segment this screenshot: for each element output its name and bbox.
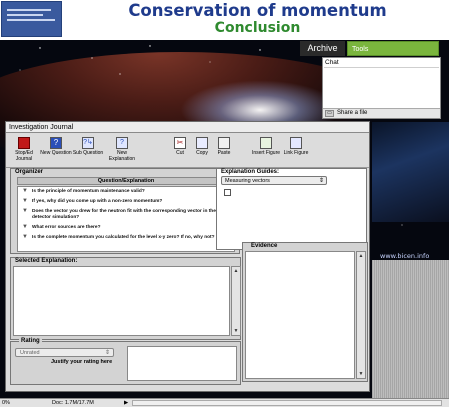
- window-title: Investigation Journal: [6, 122, 369, 133]
- dropdown-arrow-icon: ⇕: [104, 350, 110, 356]
- vertical-scrollbar[interactable]: ▲ ▼: [231, 266, 241, 336]
- copy-icon: [196, 137, 208, 149]
- selected-explanation-label: Selected Explanation:: [15, 258, 78, 264]
- side-image: [372, 122, 449, 222]
- explanation-guides-label: Explanation Guides:: [221, 169, 280, 175]
- toolbar-label: Paste: [217, 150, 231, 156]
- share-file-link[interactable]: Share a file: [337, 110, 367, 116]
- status-bar: 0% Doc: 1.7M/17.7M ▶: [0, 398, 449, 407]
- insert-figure-icon: [260, 137, 272, 149]
- explanation-guide-value: Measuring vectors: [225, 178, 270, 184]
- scroll-up-icon[interactable]: ▲: [357, 252, 365, 260]
- expand-arrow-icon[interactable]: ▼: [22, 208, 28, 215]
- question-text: What error sources are there?: [32, 225, 101, 230]
- horizontal-scrollbar[interactable]: [132, 400, 442, 406]
- new-explanation-button[interactable]: ? New Explanation: [106, 136, 138, 166]
- organizer-column-header: Question/Explanation: [17, 177, 235, 185]
- insert-figure-button[interactable]: Insert Figure: [250, 136, 282, 166]
- cut-icon: ✂: [174, 137, 186, 149]
- tools-button[interactable]: Tools: [347, 41, 439, 56]
- rating-panel: Rating Unrated ⇕ Justify your rating her…: [10, 338, 241, 385]
- rating-value: Unrated: [20, 350, 40, 356]
- chat-title: Chat: [325, 59, 339, 66]
- toolbar-label: Stop/Ed Journal: [15, 150, 33, 162]
- explanation-guide-select[interactable]: Measuring vectors ⇕: [221, 176, 327, 185]
- toolbar-label: New Question: [40, 150, 72, 156]
- organizer-panel: Organizer Question/Explanation ▼ Is the …: [10, 168, 240, 254]
- organizer-label: Organizer: [15, 169, 44, 175]
- expand-arrow-icon[interactable]: ▼: [22, 224, 28, 231]
- zoom-level[interactable]: 0%: [2, 399, 10, 407]
- sub-question-button[interactable]: ?↳ Sub Question: [72, 136, 104, 166]
- question-list[interactable]: ▼ Is the principle of momentum maintenan…: [17, 186, 235, 252]
- paste-button[interactable]: Paste: [208, 136, 240, 166]
- chat-footer: ▭ Share a file: [323, 108, 440, 118]
- vertical-scrollbar[interactable]: ▲ ▼: [356, 251, 366, 379]
- header: Conservation of momentum Conclusion: [0, 0, 449, 40]
- question-icon: ?: [50, 137, 62, 149]
- selected-explanation-panel: Selected Explanation: ▲ ▼: [10, 257, 241, 340]
- scroll-down-icon[interactable]: ▼: [232, 327, 240, 335]
- page-title: Conservation of momentum: [128, 1, 387, 20]
- chat-panel: Chat ▭ Share a file: [322, 57, 441, 119]
- guide-checkbox[interactable]: [224, 189, 231, 196]
- scroll-up-icon[interactable]: ▲: [232, 267, 240, 275]
- share-file-icon[interactable]: ▭: [325, 110, 334, 117]
- rating-label: Rating: [19, 338, 42, 344]
- expand-arrow-icon[interactable]: ▼: [22, 198, 28, 205]
- dropdown-arrow-icon: ⇕: [318, 178, 324, 184]
- expand-arrow-icon[interactable]: ▼: [22, 234, 28, 241]
- archive-button[interactable]: Archive: [300, 41, 345, 56]
- justify-rating-text-area[interactable]: [127, 346, 237, 381]
- rating-select[interactable]: Unrated ⇕: [15, 348, 114, 357]
- doc-size: Doc: 1.7M/17.7M: [52, 400, 94, 406]
- explanation-guides-panel: Explanation Guides: Measuring vectors ⇕: [216, 168, 367, 250]
- new-question-button[interactable]: ? New Question: [40, 136, 72, 166]
- paste-icon: [218, 137, 230, 149]
- stop-journal-button[interactable]: Stop/Ed Journal: [8, 136, 40, 166]
- expand-arrow-icon[interactable]: ▼: [22, 188, 28, 195]
- sub-question-icon: ?↳: [82, 137, 94, 149]
- journal-toolbar: Stop/Ed Journal ? New Question ?↳ Sub Qu…: [6, 134, 369, 168]
- scroll-right-icon[interactable]: ▶: [124, 399, 128, 407]
- investigation-journal-window: Investigation Journal Stop/Ed Journal ? …: [5, 121, 370, 392]
- question-text: Is the complete momentum you calculated …: [32, 235, 215, 240]
- evidence-area[interactable]: [245, 251, 355, 379]
- justify-rating-label: Justify your rating here: [51, 359, 113, 365]
- scroll-down-icon[interactable]: ▼: [357, 370, 365, 378]
- page-subtitle: Conclusion: [214, 20, 301, 36]
- logo: [1, 1, 62, 37]
- watermark: www.bicen.info: [380, 252, 430, 260]
- selected-explanation-text-area[interactable]: [13, 266, 230, 336]
- chat-messages[interactable]: [324, 67, 439, 107]
- toolbar-label: Sub Question: [72, 150, 104, 156]
- question-text: Does the vector you drew for the neutron…: [32, 209, 216, 220]
- toolbar-label: New Explanation: [108, 150, 136, 162]
- side-pattern: [372, 260, 449, 398]
- link-figure-button[interactable]: Link Figure: [280, 136, 312, 166]
- stop-icon: [18, 137, 30, 149]
- evidence-label: Evidence: [251, 243, 278, 249]
- explanation-icon: ?: [116, 137, 128, 149]
- toolbar-label: Insert Figure: [251, 150, 281, 156]
- evidence-panel: Evidence ▲ ▼: [242, 242, 368, 382]
- link-figure-icon: [290, 137, 302, 149]
- question-text: If yes, why did you come up with a non-z…: [32, 199, 163, 204]
- toolbar-label: Link Figure: [283, 150, 309, 156]
- question-text: Is the principle of momentum maintenance…: [32, 189, 145, 194]
